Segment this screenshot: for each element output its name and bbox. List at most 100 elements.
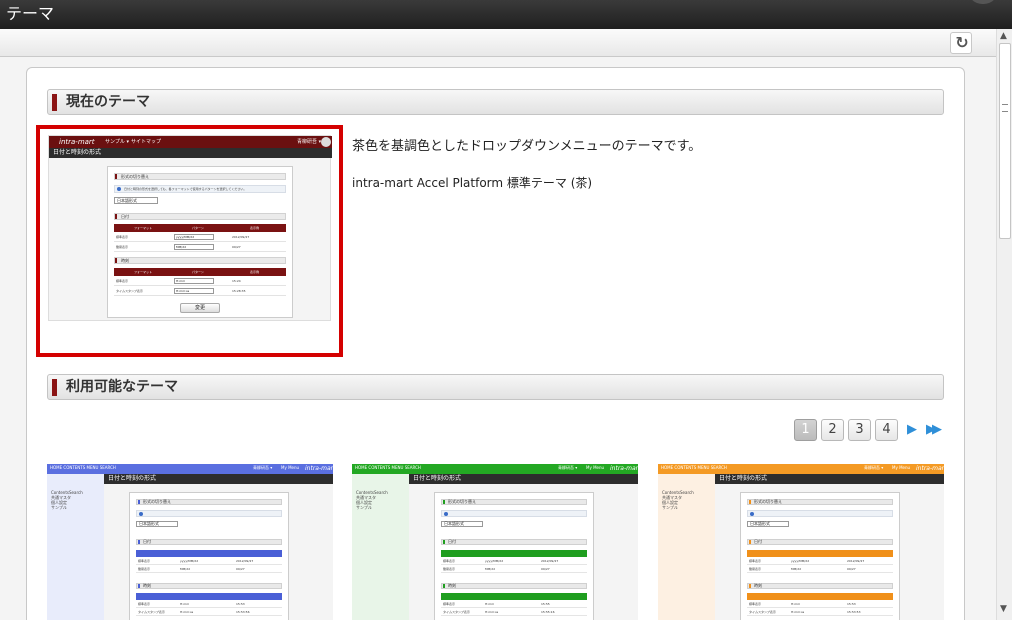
thumbnail-table-row: 標準表示 H:mm 15:55	[441, 601, 587, 608]
thumbnail-table-cell: H:mm:ss	[791, 610, 805, 614]
preview-table-header-cell: 表示例	[250, 226, 260, 230]
thumbnail-section-3: 時刻	[136, 583, 282, 589]
preview-select-value: 日本語形式	[117, 198, 137, 203]
thumbnail-table-cell: H:mm	[180, 602, 190, 606]
thumbnail-table-cell: 標準表示	[749, 559, 762, 563]
thumbnail-section-2: 日付	[441, 539, 587, 545]
thumbnail-table-cell: 15:55	[541, 602, 550, 606]
preview-table-cell: 標準表示	[116, 235, 129, 239]
thumbnail-table-header	[747, 550, 893, 557]
info-icon	[117, 187, 121, 191]
thumbnail-select: 日本語形式	[747, 521, 789, 527]
thumbnail-side-items: ContentsSearch 共通マスタ 個人設定 サンプル	[662, 490, 694, 510]
thumbnail-table-row: 標準表示 H:mm 15:53	[136, 601, 282, 608]
thumbnail-my-menu: My Menu	[586, 465, 605, 470]
theme-thumbnail[interactable]: HOME CONTENTS MENU SEARCH 青柳研吾 ▾ My Menu in…	[352, 464, 638, 620]
thumbnail-section-label: 日付	[754, 539, 762, 544]
page-button-2[interactable]: 2	[821, 419, 844, 441]
preview-user-menu: 青柳研吾 ▾	[297, 139, 322, 145]
preview-table-cell: 09/27	[232, 245, 241, 249]
window-title: テーマ	[6, 4, 55, 23]
section-header-current-theme: 現在のテーマ	[47, 89, 944, 115]
thumbnail-section-label: 日付	[143, 539, 151, 544]
thumbnail-table-cell: 15:55:16	[541, 610, 555, 614]
thumbnail-table-header	[747, 593, 893, 600]
current-theme-name: intra-mart Accel Platform 標準テーマ (茶)	[352, 176, 593, 190]
preview-table-row: 標準表示 yyyy/MM/dd 2012/09/27	[114, 233, 286, 242]
thumbnail-select-value: 日本語形式	[750, 521, 770, 526]
thumbnail-table-cell: yyyy/MM/dd	[180, 559, 199, 563]
thumbnail-info-box	[747, 510, 893, 517]
preview-screen: intra-mart サンプル ▾ サイトマップ 青柳研吾 ▾ 日付と時刻の形式…	[48, 135, 332, 321]
thumbnail-table-cell: H:mm	[485, 602, 495, 606]
current-theme-preview[interactable]: intra-mart サンプル ▾ サイトマップ 青柳研吾 ▾ 日付と時刻の形式…	[36, 125, 343, 357]
thumbnail-top-links: HOME CONTENTS MENU SEARCH	[661, 465, 727, 470]
next-arrow-icon[interactable]: ▶	[907, 421, 917, 439]
preview-table-header-cell: フォーマット	[134, 226, 153, 230]
preview-table-cell: 標準表示	[116, 279, 129, 283]
preview-section-bar	[115, 258, 117, 263]
preview-topbar: intra-mart サンプル ▾ サイトマップ 青柳研吾 ▾	[49, 136, 332, 148]
thumbnail-section-label: 形式の切り替え	[754, 499, 782, 504]
thumbnail-card: 形式の切り替え 日本語形式 日付 標準表示 yyyy/MM/dd 2012/09/27 簡易…	[434, 492, 594, 620]
scrollbar-thumb[interactable]	[999, 43, 1011, 239]
preview-section-3-label: 時刻	[121, 258, 129, 263]
thumbnail-user-menu: 青柳研吾 ▾	[864, 465, 884, 470]
thumbnail-table-cell: H:mm	[791, 602, 801, 606]
titlebar-corner-decoration	[968, 0, 998, 4]
thumbnail-table-row: 簡易表示 MM/dd 09/27	[747, 566, 893, 573]
thumbnail-title-bar: 日付と時刻の形式	[409, 474, 638, 484]
theme-thumbnail[interactable]: HOME CONTENTS MENU SEARCH 青柳研吾 ▾ My Menu in…	[47, 464, 333, 620]
refresh-button[interactable]: ↻	[950, 32, 972, 54]
preview-section-bar	[115, 174, 117, 179]
thumbnail-table-cell: 標準表示	[138, 559, 151, 563]
preview-table-header-cell: フォーマット	[134, 270, 153, 274]
vertical-scrollbar[interactable]: ▲ ▼	[996, 29, 1012, 620]
theme-thumbnail[interactable]: HOME CONTENTS MENU SEARCH 青柳研吾 ▾ My Menu in…	[658, 464, 944, 620]
thumbnail-table-cell: H:mm:ss	[180, 610, 194, 614]
preview-table-cell: タイムスタンプ表示	[116, 289, 143, 293]
thumbnail-table-row: 標準表示 H:mm 15:53	[747, 601, 893, 608]
preview-section-1: 形式の切り替え	[114, 173, 286, 180]
thumbnail-table-cell: 15:53:56	[236, 610, 250, 614]
toolbar: ↻	[0, 29, 996, 57]
thumbnail-table-cell: 簡易表示	[443, 567, 456, 571]
thumbnail-topbar: HOME CONTENTS MENU SEARCH 青柳研吾 ▾ My Menu in…	[352, 464, 638, 474]
thumbnail-table-cell: タイムスタンプ表示	[749, 610, 776, 614]
thumbnail-table-row: 標準表示 yyyy/MM/dd 2012/09/27	[747, 558, 893, 565]
scroll-up-icon[interactable]: ▲	[1000, 31, 1007, 41]
page-button-4[interactable]: 4	[875, 419, 898, 441]
thumbnail-my-menu: My Menu	[281, 465, 300, 470]
page-button-3[interactable]: 3	[848, 419, 871, 441]
preview-section-bar	[115, 214, 117, 219]
thumbnail-top-links: HOME CONTENTS MENU SEARCH	[355, 465, 421, 470]
thumbnail-user-menu: 青柳研吾 ▾	[558, 465, 578, 470]
thumbnail-table-cell: 15:53	[236, 602, 245, 606]
thumbnail-table-cell: 09/27	[541, 567, 550, 571]
thumbnail-table-row: タイムスタンプ表示 H:mm:ss 15:55:16	[441, 609, 587, 616]
preview-info-box: 日付と時刻の形式を選択しても、各フォーマットで使用するパターンを選択してください…	[114, 185, 286, 193]
thumbnail-table-row: タイムスタンプ表示 H:mm:ss 15:53:56	[136, 609, 282, 616]
preview-avatar-icon	[321, 137, 331, 147]
last-arrow-icon[interactable]: ▶▶	[926, 421, 942, 439]
preview-table-cell: 15:28:35	[232, 289, 246, 293]
preview-change-button: 変更	[180, 303, 220, 313]
preview-title-bar: 日付と時刻の形式	[49, 148, 332, 158]
refresh-icon: ↻	[955, 33, 969, 52]
thumbnail-info-box	[441, 510, 587, 517]
thumbnail-user-menu: 青柳研吾 ▾	[253, 465, 273, 470]
thumbnail-table-cell: 標準表示	[443, 602, 456, 606]
preview-select: 日本語形式	[114, 197, 158, 204]
thumbnail-table-cell: yyyy/MM/dd	[791, 559, 810, 563]
scroll-down-icon[interactable]: ▼	[1000, 604, 1007, 614]
preview-section-2: 日付	[114, 213, 286, 220]
thumbnail-table-cell: 簡易表示	[749, 567, 762, 571]
thumbnail-table-cell: 2012/09/27	[236, 559, 254, 563]
thumbnail-table-row: タイムスタンプ表示 H:mm:ss 15:53:53	[747, 609, 893, 616]
thumbnail-sidebar: ContentsSearch 共通マスタ 個人設定 サンプル	[352, 474, 409, 620]
preview-table-cell: 15:24	[232, 279, 241, 283]
thumbnail-section-2: 日付	[747, 539, 893, 545]
thumbnail-table-cell: タイムスタンプ表示	[138, 610, 165, 614]
page-button-1[interactable]: 1	[794, 419, 817, 441]
preview-table-header: フォーマット パターン 表示例	[114, 224, 286, 232]
